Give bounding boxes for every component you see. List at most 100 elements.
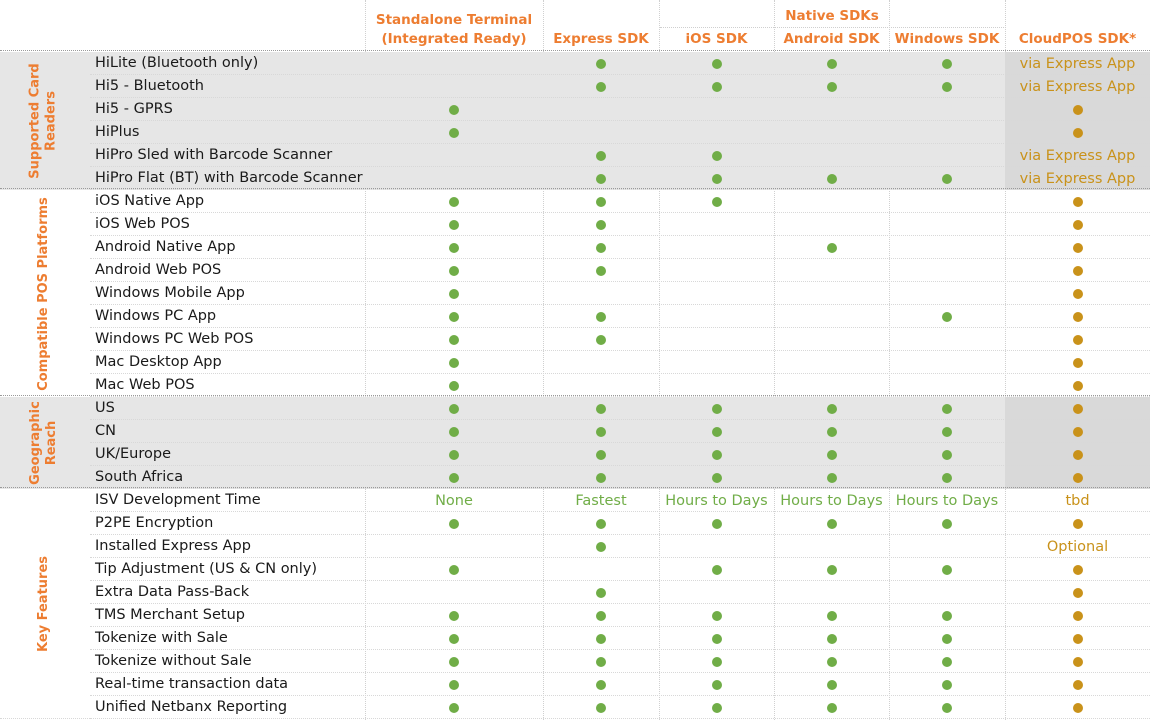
- row-label: Windows PC App: [95, 308, 217, 324]
- column-header-line: iOS SDK: [685, 31, 748, 47]
- table-cell: [1005, 627, 1150, 650]
- table-cell: [543, 397, 659, 420]
- row-label: Unified Netbanx Reporting: [95, 699, 288, 715]
- supported-dot-icon: [596, 403, 606, 414]
- supported-dot-icon: [596, 242, 606, 253]
- supported-dot-icon: [596, 173, 606, 184]
- supported-dot-icon: [711, 564, 722, 575]
- supported-dot-icon: [942, 564, 952, 575]
- supported-dot-icon: [596, 610, 606, 621]
- table-row: HiPlus: [0, 121, 1150, 144]
- supported-dot-icon: [1072, 403, 1083, 414]
- table-cell: [1005, 581, 1150, 604]
- supported-dot-icon: [826, 81, 837, 92]
- table-cell: [889, 558, 1005, 581]
- table-cell: [774, 627, 889, 650]
- supported-dot-icon: [711, 518, 722, 529]
- table-cell: [659, 75, 774, 98]
- table-cell: [543, 535, 659, 558]
- supported-dot-icon: [596, 196, 606, 207]
- supported-dot-icon: [826, 633, 837, 644]
- table-cell: [889, 696, 1005, 719]
- row-label: CN: [95, 423, 116, 439]
- table-cell: via Express App: [1005, 75, 1150, 98]
- table-cell: [889, 512, 1005, 535]
- row-label: UK/Europe: [95, 446, 171, 462]
- table-cell: [659, 650, 774, 673]
- supported-dot-icon: [449, 679, 459, 690]
- table-cell: [543, 236, 659, 259]
- table-cell: [543, 627, 659, 650]
- table-cell: [774, 696, 889, 719]
- row-label: Installed Express App: [95, 538, 251, 554]
- supported-dot-icon: [1072, 472, 1083, 483]
- column-header-express: Express SDK: [543, 30, 659, 49]
- table-cell: [889, 167, 1005, 190]
- table-cell: [774, 75, 889, 98]
- table-cell: [774, 673, 889, 696]
- table-cell: [1005, 213, 1150, 236]
- supported-dot-icon: [596, 219, 606, 230]
- supported-dot-icon: [449, 334, 459, 345]
- table-row: iOS Native App: [0, 190, 1150, 213]
- table-row: Android Web POS: [0, 259, 1150, 282]
- supported-dot-icon: [1072, 656, 1083, 667]
- row-label: Tip Adjustment (US & CN only): [95, 561, 318, 577]
- supported-dot-icon: [942, 58, 952, 69]
- row-label: Real-time transaction data: [95, 676, 289, 692]
- row-label: Extra Data Pass-Back: [95, 584, 250, 600]
- cell-text: Fastest: [575, 492, 627, 509]
- supported-dot-icon: [1072, 357, 1083, 368]
- cell-text: Hours to Days: [665, 492, 768, 509]
- supported-dot-icon: [826, 472, 837, 483]
- supported-dot-icon: [1072, 311, 1083, 322]
- row-label: South Africa: [95, 469, 184, 485]
- table-cell: [889, 627, 1005, 650]
- supported-dot-icon: [826, 610, 837, 621]
- supported-dot-icon: [449, 472, 459, 483]
- table-row: South Africa: [0, 466, 1150, 489]
- supported-dot-icon: [711, 656, 722, 667]
- table-row: Android Native App: [0, 236, 1150, 259]
- supported-dot-icon: [596, 265, 606, 276]
- table-cell: [774, 650, 889, 673]
- table-row: Extra Data Pass-Back: [0, 581, 1150, 604]
- table-row: Mac Desktop App: [0, 351, 1150, 374]
- table-cell: [365, 420, 543, 443]
- table-cell: [1005, 443, 1150, 466]
- supported-dot-icon: [596, 633, 606, 644]
- row-label: Tokenize without Sale: [95, 653, 252, 669]
- table-cell: [543, 466, 659, 489]
- table-cell: [365, 604, 543, 627]
- row-label: Mac Desktop App: [95, 354, 222, 370]
- table-cell: [365, 98, 543, 121]
- supported-dot-icon: [711, 81, 722, 92]
- supported-dot-icon: [449, 633, 459, 644]
- supported-dot-icon: [596, 334, 606, 345]
- table-cell: [365, 351, 543, 374]
- supported-dot-icon: [449, 104, 459, 115]
- table-cell: Hours to Days: [889, 489, 1005, 512]
- table-cell: [543, 443, 659, 466]
- table-cell: tbd: [1005, 489, 1150, 512]
- table-cell: [774, 236, 889, 259]
- table-cell: [543, 305, 659, 328]
- table-cell: [659, 696, 774, 719]
- table-cell: Optional: [1005, 535, 1150, 558]
- table-cell: [365, 305, 543, 328]
- supported-dot-icon: [449, 518, 459, 529]
- native-sdks-group-header: Native SDKs: [785, 8, 879, 24]
- supported-dot-icon: [1072, 380, 1083, 391]
- supported-dot-icon: [1072, 702, 1083, 713]
- table-row: US: [0, 397, 1150, 420]
- supported-dot-icon: [1072, 518, 1083, 529]
- table-cell: [774, 397, 889, 420]
- row-label: Windows PC Web POS: [95, 331, 254, 347]
- table-cell: [889, 604, 1005, 627]
- table-cell: [659, 512, 774, 535]
- supported-dot-icon: [826, 58, 837, 69]
- table-cell: [889, 650, 1005, 673]
- table-row: P2PE Encryption: [0, 512, 1150, 535]
- table-row: HiPro Flat (BT) with Barcode Scanner via …: [0, 167, 1150, 190]
- row-label: iOS Native App: [95, 193, 205, 209]
